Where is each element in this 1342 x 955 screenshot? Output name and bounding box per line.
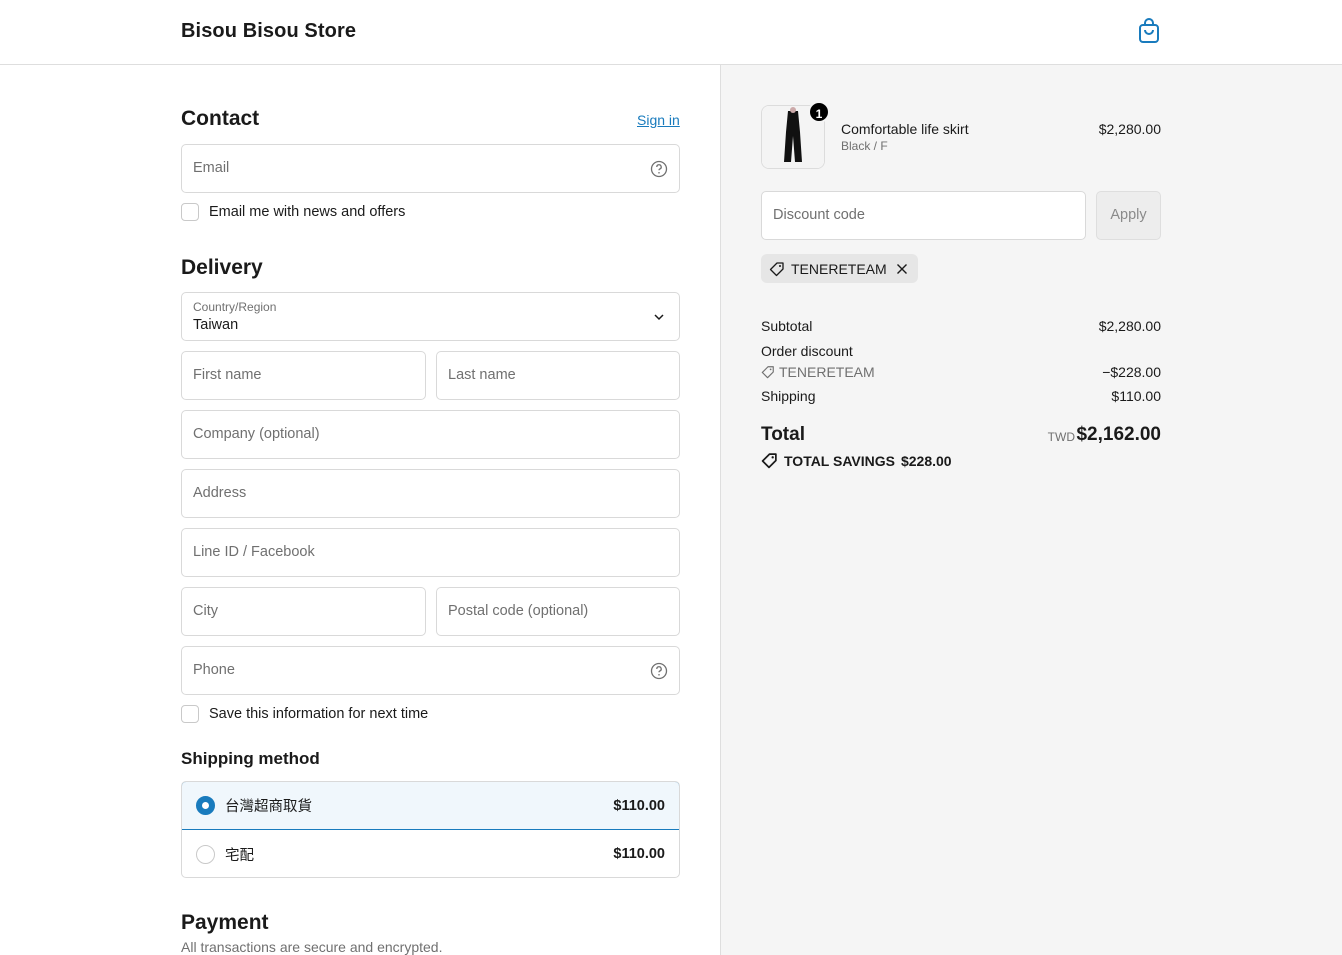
savings-value: $228.00	[900, 452, 952, 469]
total-label: Total	[761, 424, 805, 445]
newsletter-label: Email me with news and offers	[209, 204, 406, 220]
phone-placeholder: Phone	[193, 662, 235, 678]
product-variant: Black / F	[841, 139, 888, 153]
delivery-heading: Delivery	[181, 256, 263, 279]
company-field[interactable]: Company (optional)	[181, 410, 680, 459]
close-icon[interactable]	[896, 263, 908, 275]
shipping-option-home-delivery[interactable]: 宅配 $110.00	[182, 830, 679, 877]
sign-in-link[interactable]: Sign in	[637, 112, 680, 128]
applied-discount-tag: TENERETEAM	[761, 254, 918, 283]
payment-subtitle: All transactions are secure and encrypte…	[181, 939, 443, 955]
save-info-checkbox[interactable]	[181, 705, 199, 723]
applied-discount-code: TENERETEAM	[791, 260, 887, 277]
postal-code-field[interactable]: Postal code (optional)	[436, 587, 680, 636]
newsletter-checkbox-row[interactable]: Email me with news and offers	[181, 203, 405, 221]
store-name[interactable]: Bisou Bisou Store	[181, 20, 356, 43]
shipping-options: 台灣超商取貨 $110.00 宅配 $110.00	[181, 781, 680, 878]
tag-icon	[761, 453, 777, 469]
save-info-label: Save this information for next time	[209, 706, 429, 722]
line-id-placeholder: Line ID / Facebook	[193, 544, 315, 560]
total-value: $2,162.00	[1076, 424, 1161, 445]
apply-button[interactable]: Apply	[1096, 191, 1161, 240]
first-name-field[interactable]: First name	[181, 351, 426, 400]
phone-field[interactable]: Phone	[181, 646, 680, 695]
line-id-field[interactable]: Line ID / Facebook	[181, 528, 680, 577]
subtotal-value: $2,280.00	[1098, 318, 1161, 334]
city-placeholder: City	[193, 603, 218, 619]
order-discount-label: Order discount	[761, 343, 853, 359]
savings-label: TOTAL SAVINGS	[784, 452, 895, 469]
shipping-option-convenience-store[interactable]: 台灣超商取貨 $110.00	[182, 782, 679, 830]
email-field[interactable]: Email	[181, 144, 680, 193]
address-field[interactable]: Address	[181, 469, 680, 518]
radio-unselected[interactable]	[196, 844, 215, 864]
newsletter-checkbox[interactable]	[181, 203, 199, 221]
contact-heading: Contact	[181, 107, 260, 130]
chevron-down-icon	[654, 314, 664, 321]
shopping-bag-icon[interactable]	[1137, 18, 1161, 44]
shipping-value: $110.00	[1111, 388, 1161, 404]
order-discount-code-row: TENERETEAM	[761, 364, 875, 380]
save-info-checkbox-row[interactable]: Save this information for next time	[181, 705, 428, 723]
shipping-label: Shipping	[761, 388, 816, 404]
order-discount-code: TENERETEAM	[779, 364, 875, 380]
tag-icon	[761, 366, 774, 379]
subtotal-label: Subtotal	[761, 318, 813, 334]
email-placeholder: Email	[193, 160, 230, 176]
help-circle-icon[interactable]	[650, 160, 668, 178]
discount-code-placeholder: Discount code	[773, 207, 865, 223]
last-name-field[interactable]: Last name	[436, 351, 680, 400]
total-savings: TOTAL SAVINGS $228.00	[761, 452, 952, 469]
last-name-placeholder: Last name	[448, 367, 516, 383]
discount-code-field[interactable]: Discount code	[761, 191, 1086, 240]
shipping-option-price: $110.00	[613, 846, 665, 862]
country-select[interactable]: Country/Region Taiwan	[181, 292, 680, 341]
shipping-option-label: 台灣超商取貨	[225, 799, 312, 815]
quantity-badge: 1	[808, 101, 830, 123]
shipping-option-label: 宅配	[225, 847, 254, 864]
order-discount-value: −$228.00	[1102, 364, 1161, 380]
help-circle-icon[interactable]	[650, 662, 668, 680]
product-price: $2,280.00	[1098, 121, 1161, 137]
payment-heading: Payment	[181, 911, 269, 934]
tag-icon	[769, 261, 784, 276]
first-name-placeholder: First name	[193, 367, 262, 383]
product-name: Comfortable life skirt	[841, 121, 969, 137]
company-placeholder: Company (optional)	[193, 426, 320, 442]
postal-code-placeholder: Postal code (optional)	[448, 603, 589, 619]
country-label: Country/Region	[193, 300, 277, 314]
shipping-option-price: $110.00	[613, 797, 665, 814]
header: Bisou Bisou Store	[0, 0, 1342, 65]
shipping-method-heading: Shipping method	[181, 749, 320, 768]
radio-selected[interactable]	[196, 796, 215, 815]
city-field[interactable]: City	[181, 587, 426, 636]
address-placeholder: Address	[193, 485, 247, 501]
total-currency: TWD	[1047, 430, 1075, 444]
country-value: Taiwan	[193, 317, 239, 333]
